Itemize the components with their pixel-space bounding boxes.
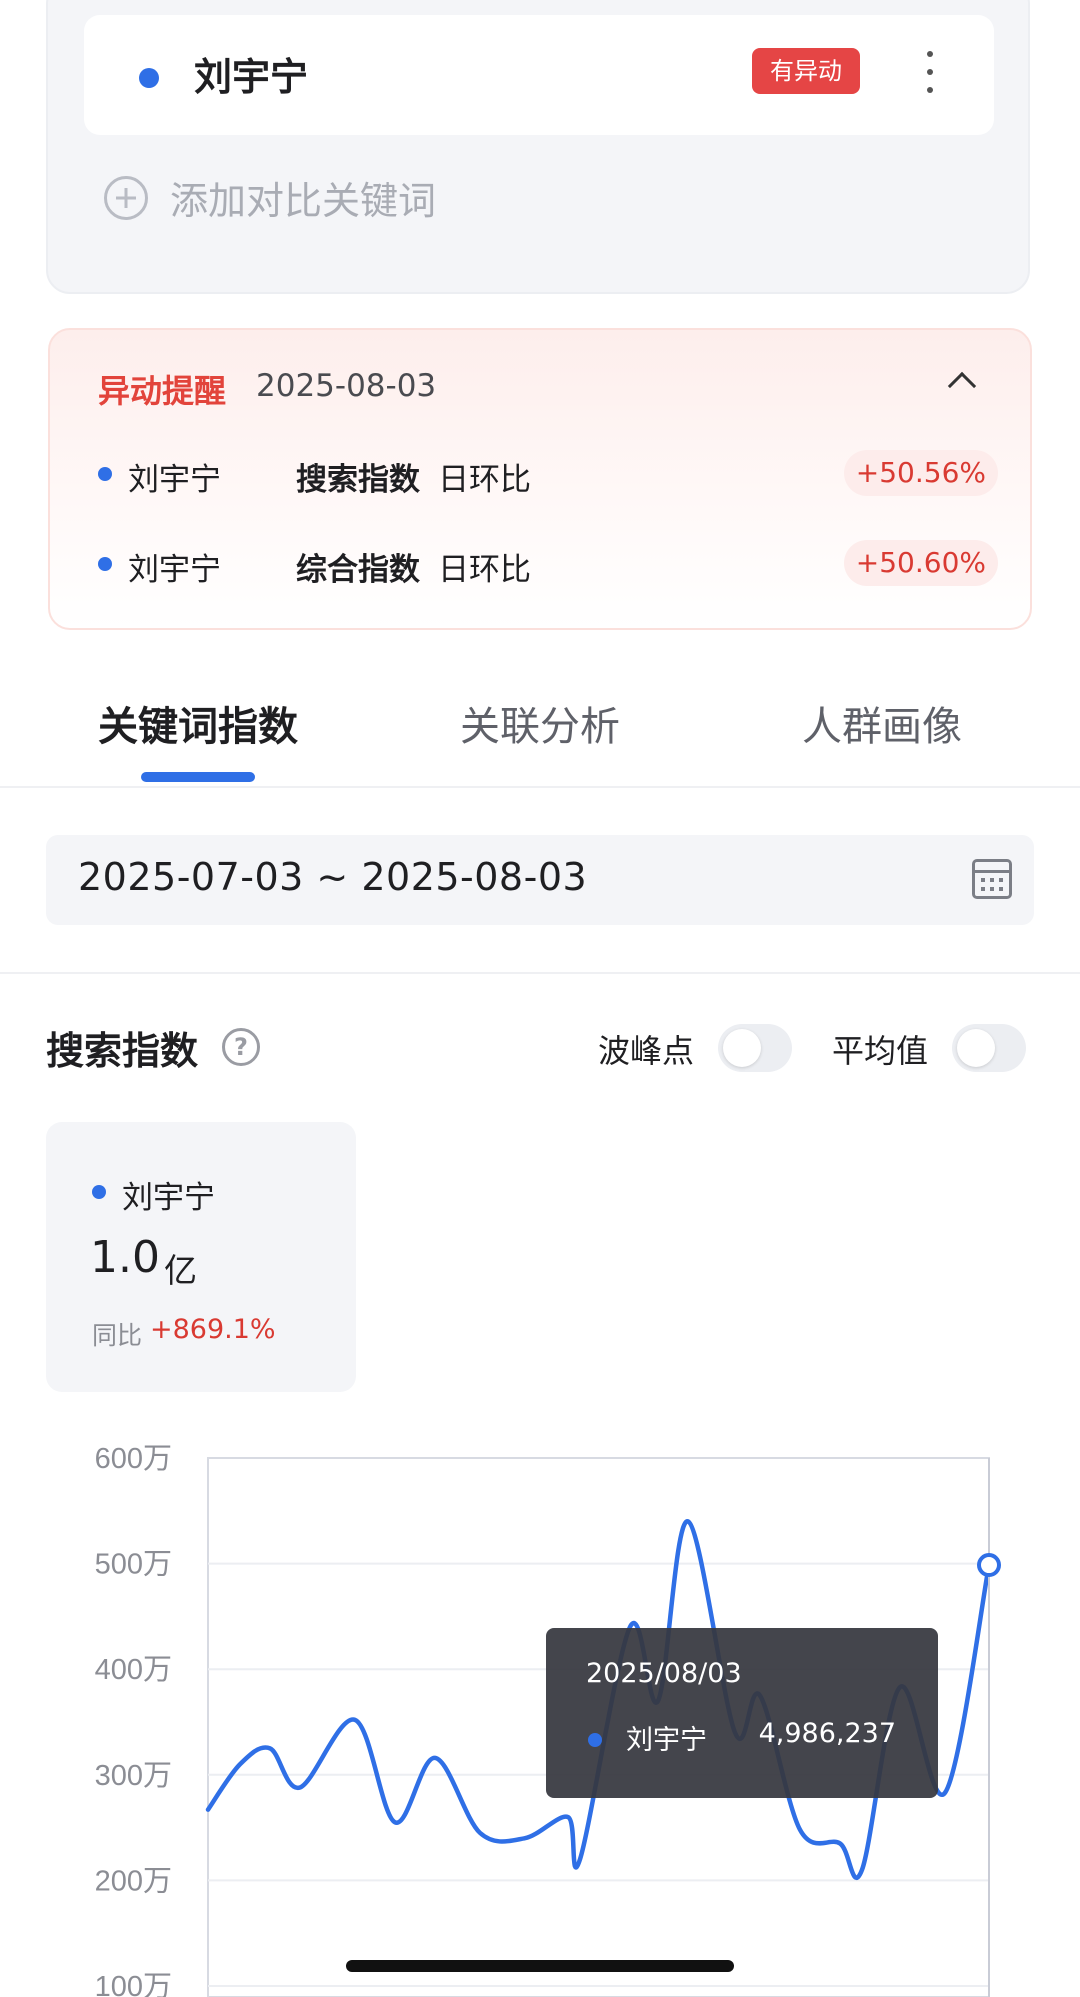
alert-row-name: 刘宇宁 (128, 462, 221, 498)
keyword-panel: 刘宇宁 有异动 添加对比关键词 (46, 0, 1030, 294)
stat-unit: 亿 (164, 1251, 197, 1290)
tooltip-date: 2025/08/03 (586, 1658, 742, 1689)
hover-point (977, 1553, 1001, 1578)
tab-bar: 关键词指数 关联分析 人群画像 (0, 684, 1080, 788)
peak-toggle-label: 波峰点 (598, 1032, 695, 1070)
tab-audience-profile[interactable]: 人群画像 (802, 694, 962, 752)
more-options-icon[interactable] (920, 45, 940, 99)
series-color-dot (98, 557, 112, 571)
series-color-dot (139, 68, 159, 88)
home-indicator (346, 1960, 734, 1972)
tab-keyword-index[interactable]: 关键词指数 (98, 694, 298, 752)
average-toggle-label: 平均值 (832, 1032, 929, 1070)
date-range-picker[interactable]: 2025-07-03 ~ 2025-08-03 (46, 835, 1034, 925)
add-compare-keyword-button[interactable]: 添加对比关键词 (104, 170, 436, 225)
alert-row: 刘宇宁 搜索指数 日环比 +50.56% (98, 448, 998, 498)
stat-yoy-value: +869.1% (150, 1314, 276, 1345)
stat-value: 1.0 (90, 1232, 160, 1283)
help-icon[interactable]: ? (222, 1028, 260, 1066)
keyword-stat-card: 刘宇宁 1.0 亿 同比 +869.1% (46, 1122, 356, 1392)
alert-row-metric: 搜索指数 (296, 462, 420, 498)
add-compare-keyword-label: 添加对比关键词 (170, 179, 437, 223)
keyword-card[interactable]: 刘宇宁 有异动 (84, 15, 994, 135)
series-color-dot (92, 1185, 106, 1199)
anomaly-alert-panel: 异动提醒 2025-08-03 刘宇宁 搜索指数 日环比 +50.56% 刘宇宁… (48, 328, 1032, 630)
peak-toggle[interactable] (718, 1024, 792, 1072)
series-color-dot (588, 1733, 602, 1747)
divider (0, 972, 1080, 974)
alert-row-type: 日环比 (438, 552, 531, 588)
average-toggle[interactable] (952, 1024, 1026, 1072)
y-tick-label: 400万 (95, 1654, 172, 1686)
keyword-name: 刘宇宁 (194, 55, 309, 99)
stat-keyword-name: 刘宇宁 (122, 1180, 215, 1216)
anomaly-badge[interactable]: 有异动 (752, 48, 860, 94)
active-tab-indicator (141, 772, 255, 782)
section-title: 搜索指数 (46, 1029, 199, 1073)
y-tick-label: 200万 (95, 1865, 172, 1897)
alert-row-type: 日环比 (438, 462, 531, 498)
y-tick-label: 600万 (95, 1443, 172, 1475)
alert-row-value: +50.56% (843, 450, 998, 496)
y-tick-label: 500万 (95, 1549, 172, 1581)
plus-circle-icon (104, 175, 148, 220)
alert-row-value: +50.60% (843, 540, 998, 586)
chart-tooltip: 2025/08/03 刘宇宁 4,986,237 (546, 1628, 938, 1798)
alert-row: 刘宇宁 综合指数 日环比 +50.60% (98, 538, 998, 588)
calendar-icon[interactable] (972, 859, 1012, 899)
tooltip-series-name: 刘宇宁 (626, 1725, 707, 1756)
date-range-text: 2025-07-03 ~ 2025-08-03 (78, 855, 588, 899)
alert-title: 异动提醒 (98, 372, 227, 410)
tooltip-value: 4,986,237 (758, 1718, 896, 1749)
alert-row-metric: 综合指数 (296, 552, 420, 588)
alert-row-name: 刘宇宁 (128, 552, 221, 588)
stat-yoy-label: 同比 (92, 1321, 143, 1350)
chevron-up-icon[interactable] (947, 371, 977, 401)
y-tick-label: 100万 (95, 1971, 172, 1997)
series-color-dot (98, 467, 112, 481)
alert-date: 2025-08-03 (256, 368, 437, 404)
tab-related-analysis[interactable]: 关联分析 (460, 694, 620, 752)
y-tick-label: 300万 (95, 1760, 172, 1792)
